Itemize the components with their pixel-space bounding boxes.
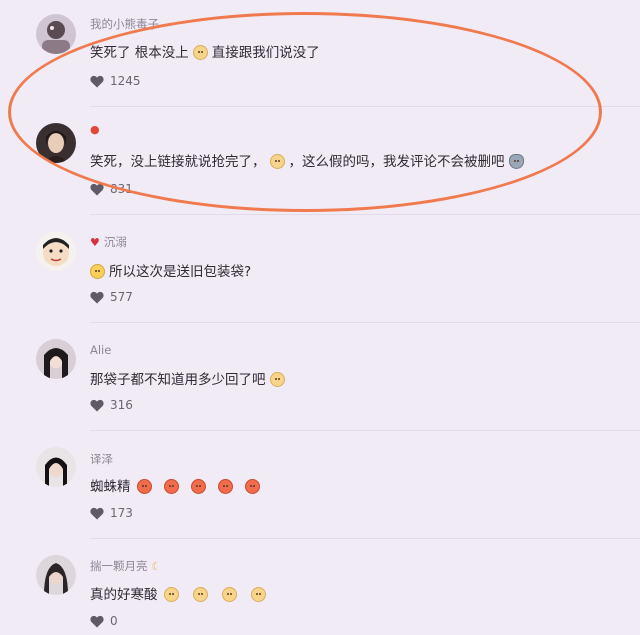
avatar[interactable] [36,231,76,271]
grin-emoji-icon [192,45,208,60]
smile-emoji-icon [221,587,237,602]
comment-text: 真的好寒酸 [90,583,270,603]
smile-emoji-icon [192,587,208,602]
comment-text: 那袋子都不知道用多少回了吧 [90,368,289,388]
heart-icon[interactable] [90,183,104,196]
heart-icon[interactable] [90,507,104,520]
avatar[interactable] [36,123,76,163]
laugh-emoji-icon [90,264,105,279]
avatar[interactable] [36,14,76,54]
cat-emoji-icon [508,154,524,169]
username[interactable]: Alie [90,343,111,357]
avatar[interactable] [36,555,76,595]
angry-emoji-icon [217,479,233,494]
angry-emoji-icon [190,479,206,494]
divider [90,322,640,323]
heart-icon[interactable] [90,615,104,628]
comment-text: 所以这次是送旧包装袋? [90,260,251,280]
angry-emoji-icon [136,479,152,494]
smile-emoji-icon [269,372,285,387]
divider [90,430,640,431]
crescent-moon-icon: ☾ [151,560,162,573]
username[interactable]: ● [90,122,104,136]
comment-text: 笑死，没上链接就说抢完了， ，这么假的吗，我发评论不会被删吧 [90,150,528,170]
heart-icon[interactable] [90,75,104,88]
like-count[interactable]: 173 [90,506,133,520]
smirk-emoji-icon [269,154,285,169]
like-count[interactable]: 577 [90,290,133,304]
angry-emoji-icon [244,479,260,494]
smile-emoji-icon [163,587,179,602]
balloon-icon: ● [90,123,100,136]
like-count[interactable]: 1245 [90,74,141,88]
avatar[interactable] [36,447,76,487]
comment-text: 笑死了 根本没上 直接跟我们说没了 [90,45,320,61]
avatar[interactable] [36,339,76,379]
username[interactable]: 揣一颗月亮 ☾ [90,558,165,574]
username[interactable]: ♥ 沉溺 [90,234,127,250]
heart-icon[interactable] [90,399,104,412]
angry-emoji-icon [163,479,179,494]
username[interactable]: 我的小熊毒子 [90,16,159,32]
heart-icon[interactable] [90,291,104,304]
strawberry-icon: ♥ [90,236,100,249]
divider [90,538,640,539]
smile-emoji-icon [250,587,266,602]
comment-text: 蜘蛛精 [90,475,264,495]
like-count[interactable]: 831 [90,182,133,196]
divider [90,106,640,107]
like-count[interactable]: 316 [90,398,133,412]
divider [90,214,640,215]
username[interactable]: 译泽 [90,451,113,467]
like-count[interactable]: 0 [90,614,118,628]
